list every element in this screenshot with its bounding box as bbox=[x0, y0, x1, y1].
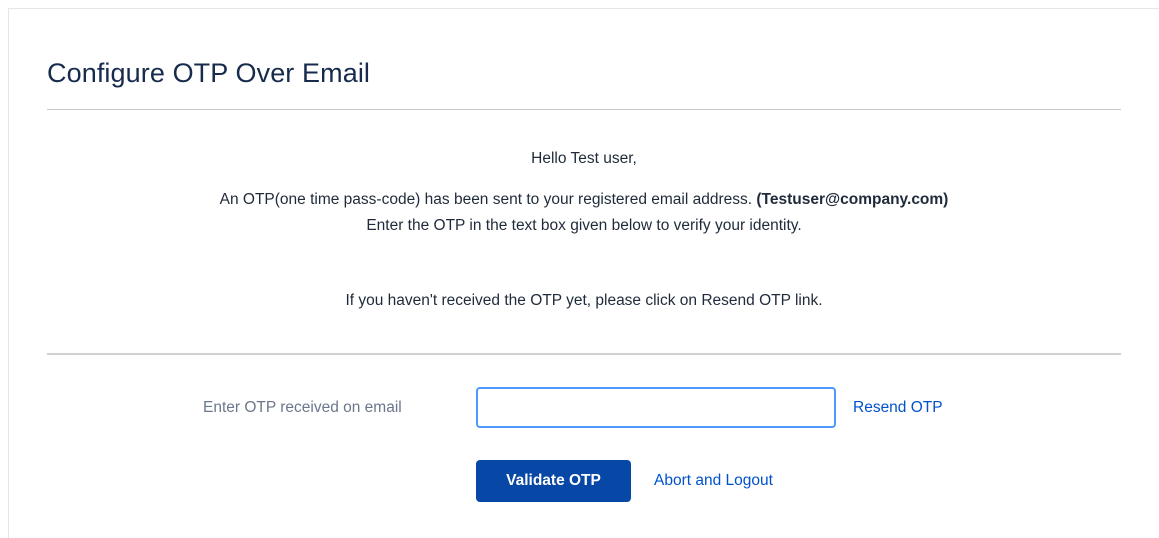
page-title: Configure OTP Over Email bbox=[47, 58, 371, 88]
otp-input-row: Enter OTP received on email Resend OTP bbox=[0, 387, 1159, 429]
otp-sent-message: An OTP(one time pass-code) has been sent… bbox=[47, 191, 1121, 209]
resend-otp-link[interactable]: Resend OTP bbox=[853, 399, 943, 417]
title-divider bbox=[47, 109, 1121, 110]
validate-otp-button[interactable]: Validate OTP bbox=[476, 460, 631, 502]
otp-instruction-text: Enter the OTP in the text box given belo… bbox=[366, 217, 802, 234]
action-row: Validate OTP Abort and Logout bbox=[0, 460, 1159, 503]
otp-input[interactable] bbox=[476, 387, 836, 428]
otp-sent-text: An OTP(one time pass-code) has been sent… bbox=[219, 191, 753, 208]
abort-logout-link[interactable]: Abort and Logout bbox=[654, 472, 773, 490]
form-divider bbox=[47, 353, 1121, 355]
resend-note-text: If you haven't received the OTP yet, ple… bbox=[345, 292, 823, 309]
user-email: (Testuser@company.com) bbox=[756, 191, 949, 208]
greeting-text: Hello Test user, bbox=[531, 150, 637, 167]
otp-field-label: Enter OTP received on email bbox=[203, 399, 402, 416]
otp-page: Configure OTP Over Email Hello Test user… bbox=[0, 0, 1159, 538]
